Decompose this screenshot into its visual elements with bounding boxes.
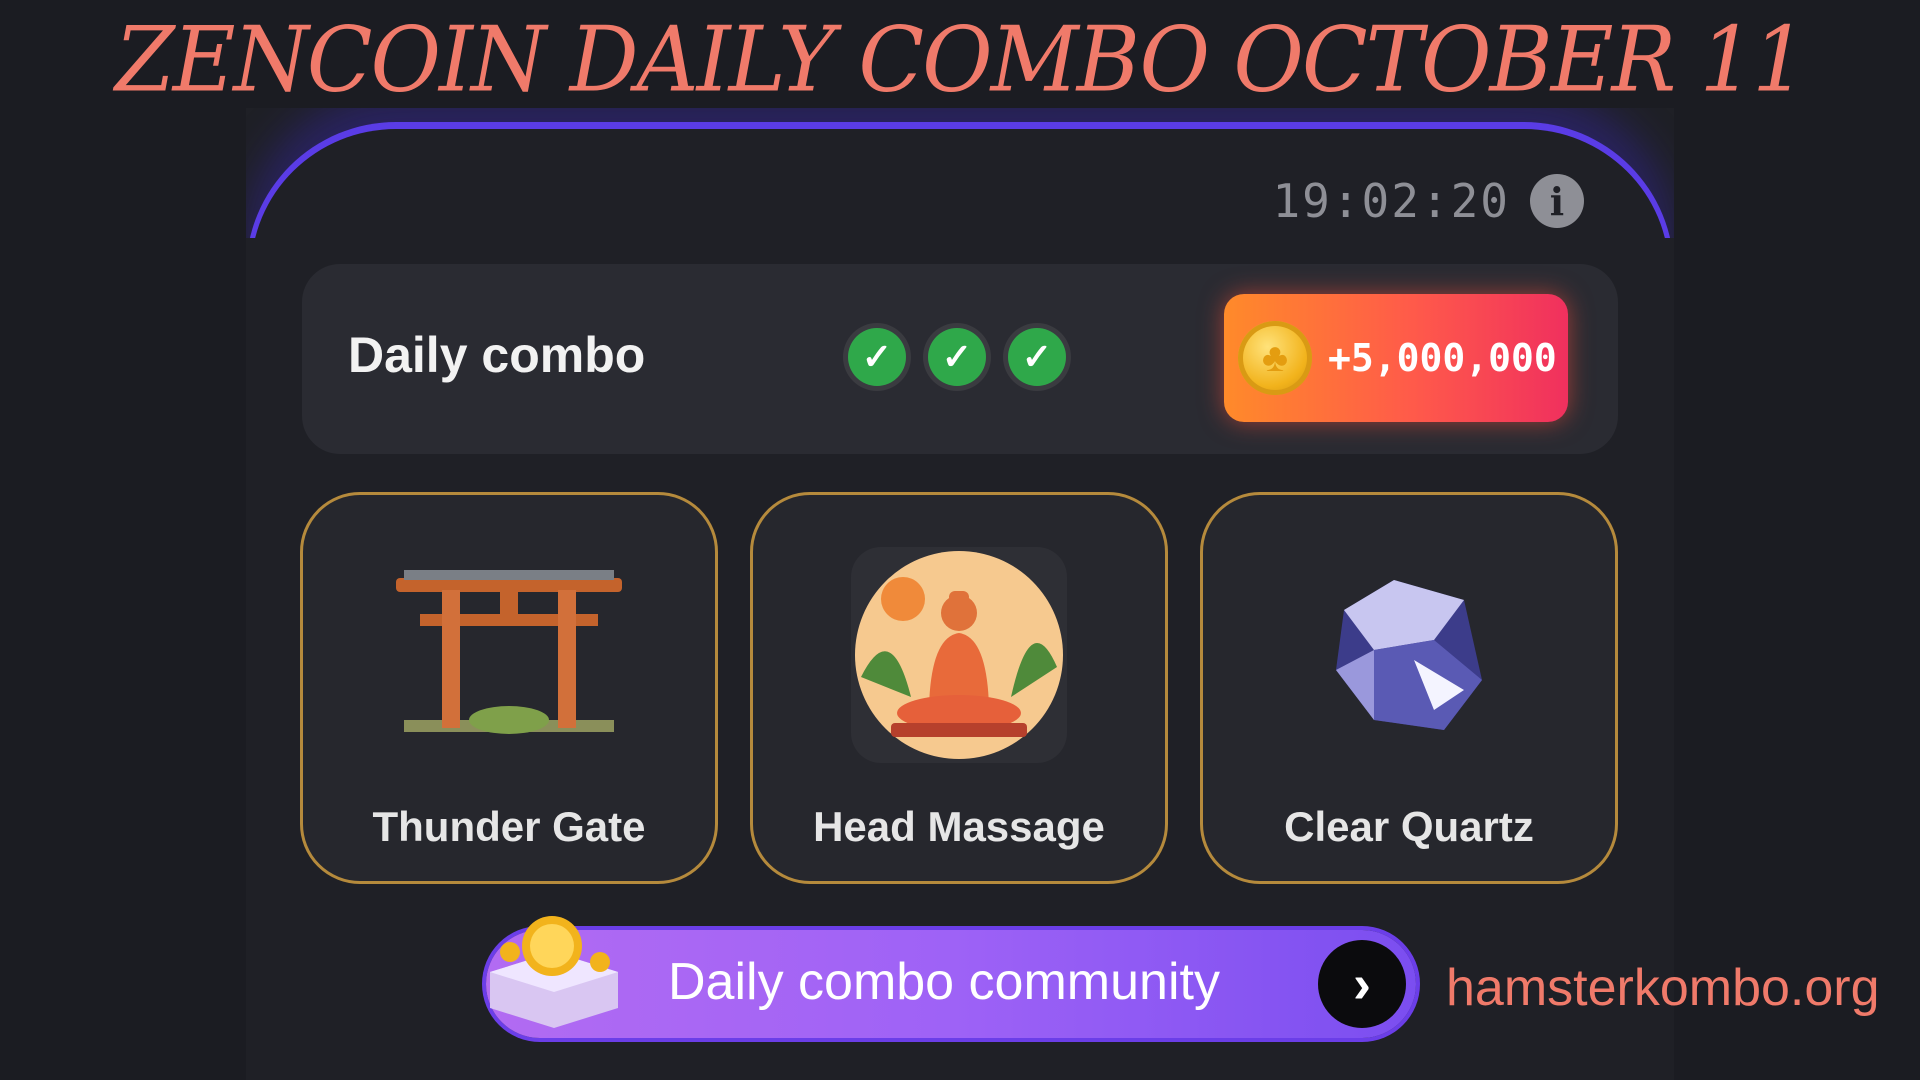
countdown-timer: 19:02:20 (1272, 174, 1510, 228)
combo-cards: Thunder Gate Head Massage Clear Quartz (300, 492, 1618, 884)
combo-progress: ✓ ✓ ✓ (848, 328, 1066, 386)
combo-card-clear-quartz[interactable]: Clear Quartz (1200, 492, 1618, 884)
daily-combo-community-button[interactable]: Daily combo community › (486, 930, 1416, 1038)
timer-row: 19:02:20 i (1272, 174, 1584, 228)
crystal-icon (1203, 535, 1615, 775)
daily-combo-card: Daily combo ✓ ✓ ✓ ♣ +5,000,000 (302, 264, 1618, 454)
check-icon: ✓ (1008, 328, 1066, 386)
combo-card-head-massage[interactable]: Head Massage (750, 492, 1168, 884)
book-coin-icon (484, 912, 624, 1032)
torii-gate-icon (303, 535, 715, 775)
card-label: Clear Quartz (1284, 803, 1534, 850)
info-icon[interactable]: i (1530, 174, 1584, 228)
chevron-right-icon[interactable]: › (1318, 940, 1406, 1028)
combo-card-thunder-gate[interactable]: Thunder Gate (300, 492, 718, 884)
card-label: Head Massage (813, 803, 1105, 850)
community-label: Daily combo community (668, 953, 1220, 1011)
site-url: hamsterkombo.org (1446, 959, 1880, 1017)
meditation-icon (753, 535, 1165, 775)
daily-combo-title: Daily combo (348, 327, 646, 383)
page-headline: ZENCOIN DAILY COMBO OCTOBER 11 (114, 7, 1807, 113)
check-icon: ✓ (848, 328, 906, 386)
check-icon: ✓ (928, 328, 986, 386)
reward-amount: +5,000,000 (1328, 336, 1557, 380)
coin-icon: ♣ (1238, 321, 1312, 395)
reward-badge: ♣ +5,000,000 (1224, 294, 1568, 422)
card-label: Thunder Gate (372, 803, 646, 850)
